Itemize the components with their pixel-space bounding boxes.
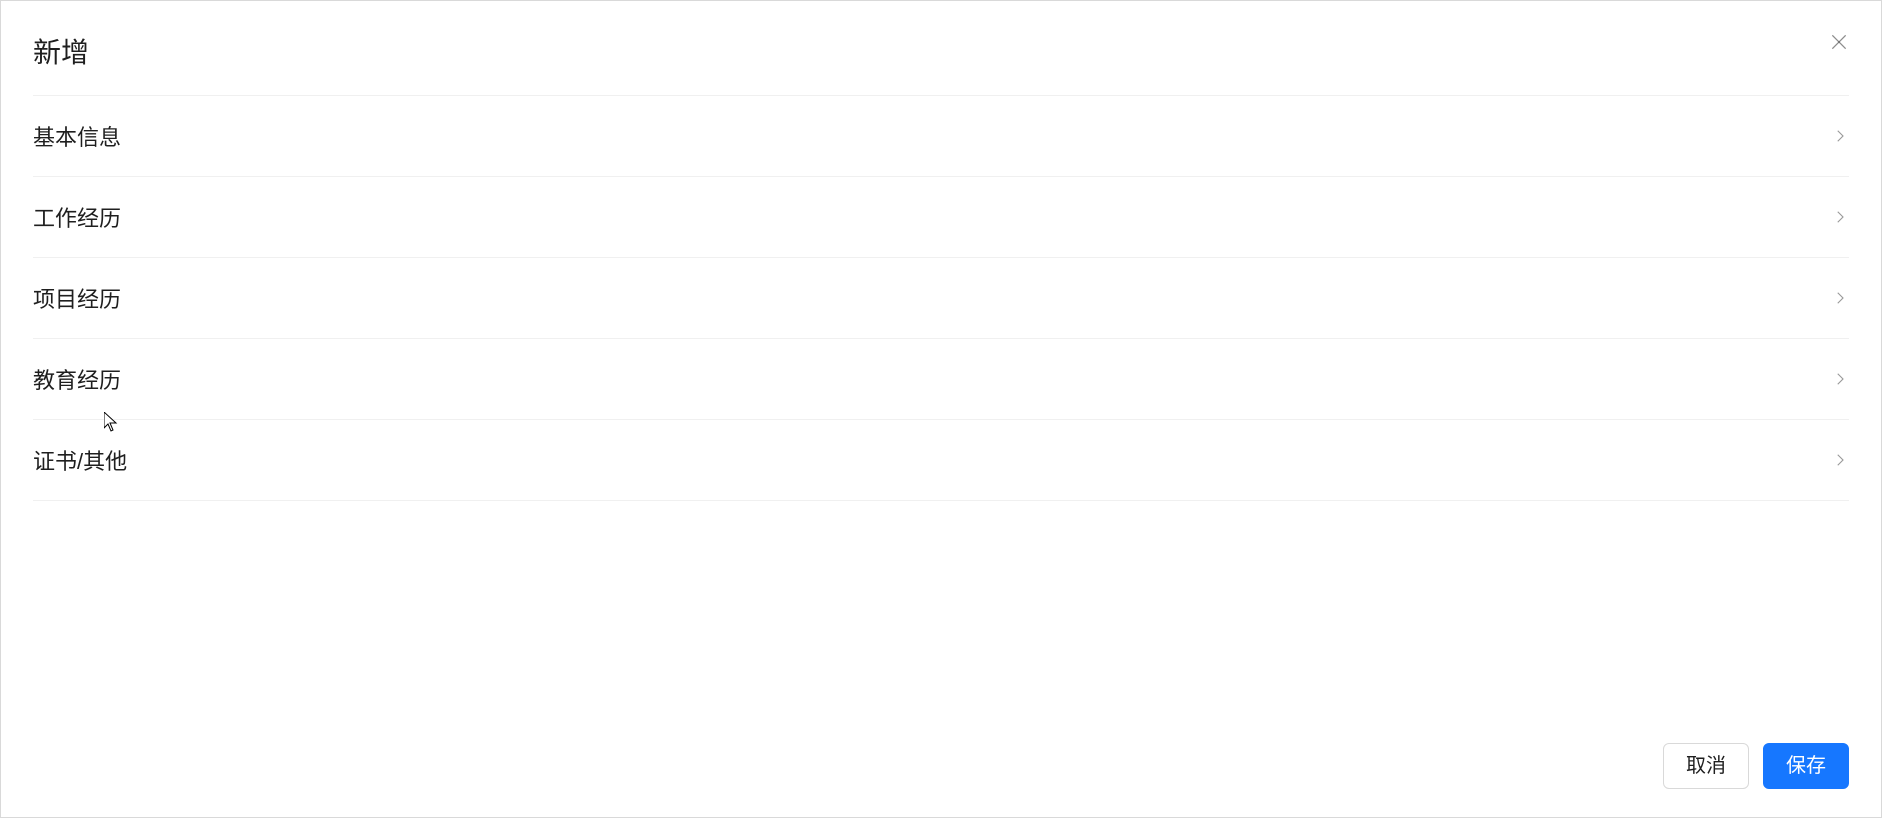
modal-dialog: 新增 基本信息 工作经历 [0,0,1882,818]
section-education-experience[interactable]: 教育经历 [33,339,1849,420]
chevron-right-icon [1831,370,1849,388]
section-basic-info[interactable]: 基本信息 [33,96,1849,177]
section-list: 基本信息 工作经历 项目经历 [33,95,1849,501]
chevron-right-icon [1831,289,1849,307]
section-label: 工作经历 [33,201,121,233]
section-label: 基本信息 [33,120,121,152]
chevron-right-icon [1831,127,1849,145]
chevron-right-icon [1831,208,1849,226]
section-label: 项目经历 [33,282,121,314]
close-icon [1829,32,1849,55]
modal-header: 新增 [1,1,1881,95]
chevron-right-icon [1831,451,1849,469]
section-certificates-other[interactable]: 证书/其他 [33,420,1849,501]
cancel-button[interactable]: 取消 [1663,743,1749,789]
save-button[interactable]: 保存 [1763,743,1849,789]
modal-body: 基本信息 工作经历 项目经历 [1,95,1881,723]
modal-title: 新增 [33,31,1849,71]
modal-footer: 取消 保存 [1,723,1881,817]
section-work-experience[interactable]: 工作经历 [33,177,1849,258]
section-label: 证书/其他 [33,444,127,476]
close-button[interactable] [1825,29,1853,57]
section-project-experience[interactable]: 项目经历 [33,258,1849,339]
section-label: 教育经历 [33,363,121,395]
